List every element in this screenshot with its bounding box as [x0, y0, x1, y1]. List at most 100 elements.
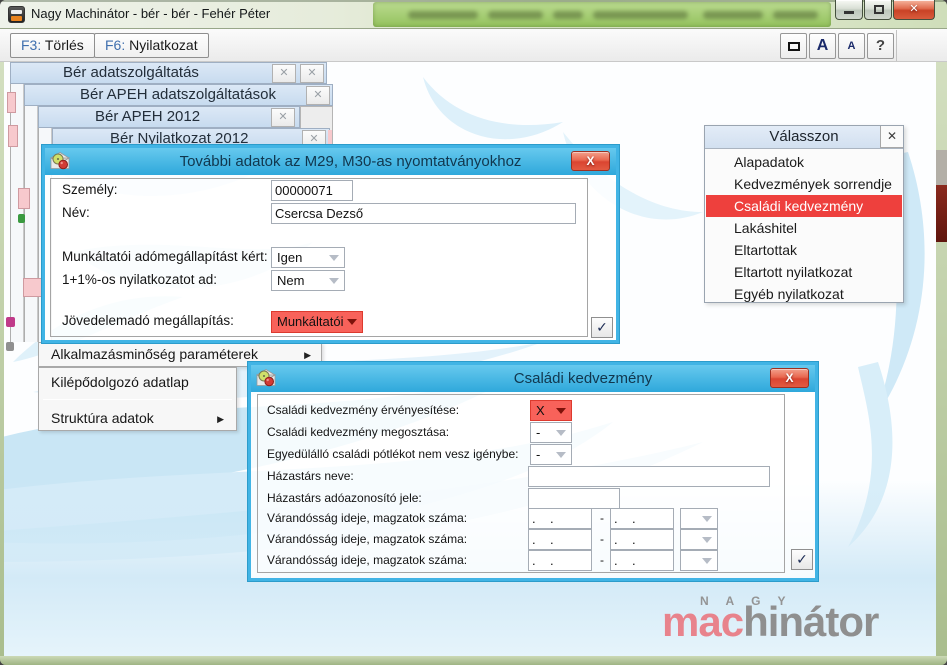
varandossag-to-input[interactable]	[610, 508, 674, 529]
magzatok-szama-dropdown[interactable]	[680, 508, 718, 529]
pink-fragment	[18, 188, 30, 209]
menu-item-alkalmazasminoseg[interactable]: Alkalmazásminőség paraméterek	[51, 343, 258, 366]
dropdown-value: -	[536, 425, 541, 440]
close-icon[interactable]: X	[571, 151, 610, 171]
blur-blob	[488, 11, 543, 19]
confirm-button[interactable]: ✓	[591, 317, 613, 338]
dialog-header[interactable]: Családi kedvezmény X	[251, 365, 815, 392]
window-titlebar[interactable]: Nagy Machinátor - bér - bér - Fehér Péte…	[0, 0, 947, 29]
dialog-csaladi-kedvezmeny: Családi kedvezmény X Családi kedvezmény …	[248, 362, 818, 581]
varandossag-to-input[interactable]	[610, 529, 674, 550]
close-icon[interactable]: ✕	[880, 126, 903, 148]
szemely-label: Személy:	[62, 182, 118, 197]
close-icon[interactable]: ✕	[300, 64, 324, 83]
blur-blob	[773, 11, 818, 19]
nyilatkozat-dropdown[interactable]: Nem	[271, 270, 345, 291]
chevron-down-icon	[329, 277, 339, 284]
mdi-titlebar-ber-adatszolgaltatas[interactable]: Bér adatszolgáltatás ✕ ✕	[10, 62, 327, 84]
varandossag-from-input[interactable]	[528, 550, 592, 571]
list-item-eltartott-nyilatkozat[interactable]: Eltartott nyilatkozat	[706, 261, 902, 283]
logo-accent-part: mac	[662, 598, 744, 645]
window-frame-left	[0, 62, 4, 658]
magzatok-szama-dropdown[interactable]	[680, 550, 718, 571]
chevron-down-icon	[329, 254, 339, 261]
chevron-down-icon	[556, 429, 566, 436]
hazastars-nev-input[interactable]	[528, 466, 770, 487]
close-icon[interactable]: ✕	[271, 108, 295, 127]
menu-item-kilepodolgozo[interactable]: Kilépődolgozó adatlap	[51, 371, 189, 393]
help-button[interactable]: ?	[867, 33, 894, 59]
gray-mini-icon	[6, 342, 14, 351]
app-icon	[8, 6, 25, 23]
valasszon-title: Válasszon	[705, 126, 903, 149]
varandossag-from-input[interactable]	[528, 529, 592, 550]
mdi-titlebar-ber-apeh-2012[interactable]: Bér APEH 2012 ✕	[38, 106, 300, 128]
blur-blob	[408, 11, 478, 19]
font-larger-button[interactable]: A	[809, 33, 836, 59]
chevron-down-icon	[702, 536, 712, 543]
context-menu-inner: Kilépődolgozó adatlap Struktúra adatok ▶	[38, 367, 237, 431]
hazastars-ado-input[interactable]	[528, 488, 620, 509]
list-item-kedvezmenyek-sorrendje[interactable]: Kedvezmények sorrendje	[706, 173, 902, 195]
dialog-m29-m30: További adatok az M29, M30-as nyomtatván…	[42, 145, 619, 343]
dropdown-value: Nem	[277, 273, 305, 288]
font-smaller-button[interactable]: A	[838, 33, 865, 59]
close-icon[interactable]: ✕	[306, 86, 330, 105]
list-item-egyeb-nyilatkozat[interactable]: Egyéb nyilatkozat	[706, 283, 902, 305]
pink-fragment	[7, 92, 16, 113]
window-title: Nagy Machinátor - bér - bér - Fehér Péte…	[31, 6, 271, 21]
f6-statement-button[interactable]: F6: Nyilatkozat	[94, 33, 209, 58]
close-button[interactable]: ✕	[893, 0, 935, 20]
toolbar-separator	[896, 30, 897, 61]
megosztas-dropdown[interactable]: -	[530, 422, 572, 443]
submenu-arrow-icon: ▶	[304, 350, 311, 360]
maximize-button[interactable]	[864, 0, 892, 20]
dialog-body: Személy: Név: Munkáltatói adómegállapítá…	[45, 175, 616, 340]
hazastars-ado-label: Házastárs adóazonosító jele:	[267, 491, 422, 505]
pink-fragment	[8, 125, 18, 147]
megosztas-label: Családi kedvezmény megosztása:	[267, 425, 450, 439]
valasszon-panel: Válasszon ✕ Alapadatok Kedvezmények sorr…	[704, 125, 904, 303]
f3-key-label: F3:	[21, 37, 42, 53]
egyedulallo-dropdown[interactable]: -	[530, 444, 572, 465]
dialog-header[interactable]: További adatok az M29, M30-as nyomtatván…	[45, 148, 616, 175]
window-style-button[interactable]	[780, 33, 807, 59]
green-mini-icon	[18, 214, 25, 223]
chevron-down-icon	[556, 407, 566, 414]
mdi-window-body-strip	[10, 84, 24, 342]
minimize-button[interactable]	[835, 0, 863, 20]
jovedelemado-dropdown[interactable]: Munkáltatói	[271, 311, 363, 333]
menu-item-struktura[interactable]: Struktúra adatok	[51, 407, 154, 429]
varandossag-label: Várandósság ideje, magzatok száma:	[267, 511, 468, 525]
list-item-csaladi-kedvezmeny-selected[interactable]: Családi kedvezmény	[706, 195, 902, 217]
frame-red-segment	[936, 185, 947, 242]
egyedulallo-label: Egyedülálló családi pótlékot nem vesz ig…	[267, 447, 519, 461]
varandossag-label: Várandósság ideje, magzatok száma:	[267, 532, 468, 546]
magzatok-szama-dropdown[interactable]	[680, 529, 718, 550]
menu-separator	[43, 399, 232, 400]
ervenyesites-label: Családi kedvezmény érvényesítése:	[267, 403, 460, 417]
list-item-alapadatok[interactable]: Alapadatok	[706, 151, 902, 173]
application-window: N A G Y machinátor Nagy Machinátor - bér…	[0, 0, 947, 665]
nev-input[interactable]	[271, 203, 576, 224]
submenu-arrow-icon: ▶	[217, 414, 224, 424]
mdi-window-title: Bér APEH adatszolgáltatások	[80, 86, 276, 103]
minimize-icon	[844, 11, 854, 14]
f3-delete-button[interactable]: F3: Törlés	[10, 33, 95, 58]
varandossag-from-input[interactable]	[528, 508, 592, 529]
list-item-eltartottak[interactable]: Eltartottak	[706, 239, 902, 261]
close-icon[interactable]: X	[770, 368, 809, 388]
confirm-button[interactable]: ✓	[791, 549, 813, 570]
ervenyesites-dropdown[interactable]: X	[530, 400, 572, 421]
varandossag-to-input[interactable]	[610, 550, 674, 571]
adomegallapitas-label: Munkáltatói adómegállapítást kért:	[62, 249, 268, 264]
mdi-titlebar-ber-apeh-adatszolgaltatasok[interactable]: Bér APEH adatszolgáltatások ✕	[24, 84, 333, 106]
date-range-dash: -	[600, 511, 604, 525]
adomegallapitas-dropdown[interactable]: Igen	[271, 247, 345, 268]
list-item-lakashitel[interactable]: Lakáshitel	[706, 217, 902, 239]
blur-blob	[703, 11, 763, 19]
dialog-title: Családi kedvezmény	[513, 370, 653, 387]
window-shape-icon	[788, 42, 800, 51]
szemely-input[interactable]	[271, 180, 353, 201]
close-icon[interactable]: ✕	[272, 64, 296, 83]
